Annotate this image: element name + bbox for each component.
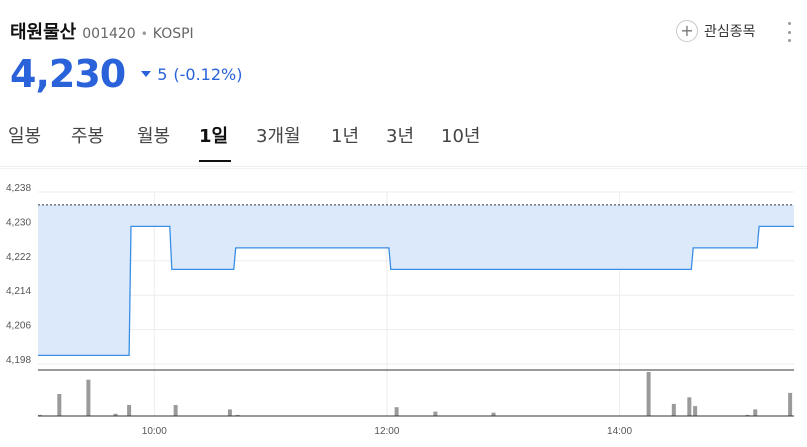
more-options-icon[interactable] [786, 22, 792, 42]
plus-circle-icon: + [676, 20, 698, 42]
volume-bar [227, 409, 232, 416]
tab-3months[interactable]: 3개월 [256, 122, 301, 162]
volume-bar [394, 407, 399, 416]
tab-daily[interactable]: 일봉 [8, 122, 41, 162]
tab-1year[interactable]: 1년 [331, 122, 359, 162]
volume-bar [646, 372, 651, 416]
x-tick-label: 12:00 [374, 426, 399, 437]
volume-bar [433, 411, 438, 416]
y-tick-label: 4,198 [6, 355, 31, 366]
intraday-chart[interactable]: 4,238 4,230 4,222 4,214 4,206 4,198 10:00 12:00… [0, 168, 807, 447]
market-label: KOSPI [152, 26, 194, 42]
y-tick-label: 4,214 [6, 286, 31, 297]
volume-bar [173, 405, 178, 416]
y-tick-label: 4,206 [6, 321, 31, 332]
current-price: 4,230 [10, 52, 126, 96]
volume-bar [753, 409, 758, 416]
stock-header: 태원물산 001420 • KOSPI [10, 18, 194, 44]
tab-weekly[interactable]: 주봉 [71, 122, 104, 162]
change-percent: (-0.12%) [173, 64, 243, 84]
tab-1day[interactable]: 1일 [199, 122, 231, 162]
watchlist-label: 관심종목 [704, 24, 756, 40]
y-tick-label: 4,222 [6, 252, 31, 263]
tab-10years[interactable]: 10년 [441, 122, 480, 162]
period-tabs: 일봉 주봉 월봉 1일 3개월 1년 3년 10년 [0, 118, 807, 167]
y-tick-label: 4,238 [6, 183, 31, 194]
stock-code: 001420 [82, 26, 136, 42]
x-tick-label: 14:00 [607, 426, 632, 437]
tab-monthly[interactable]: 월봉 [137, 122, 170, 162]
stock-name: 태원물산 [10, 22, 77, 43]
x-tick-label: 10:00 [142, 426, 167, 437]
price-change: 5 (-0.12%) [141, 65, 242, 84]
volume-bar [57, 394, 62, 416]
y-tick-label: 4,230 [6, 217, 31, 228]
price-row: 4,230 5 (-0.12%) [10, 52, 242, 96]
volume-bar [86, 379, 91, 416]
change-amount: 5 [157, 64, 168, 84]
volume-bar [788, 392, 793, 416]
down-triangle-icon [141, 71, 152, 77]
volume-bar [693, 406, 698, 416]
volume-bar [687, 397, 692, 416]
separator-dot: • [140, 27, 148, 41]
volume-bar [127, 405, 132, 416]
tab-3years[interactable]: 3년 [386, 122, 414, 162]
area-fill [38, 204, 794, 356]
volume-bar [671, 403, 676, 416]
add-watchlist-button[interactable]: + 관심종목 [676, 20, 756, 42]
